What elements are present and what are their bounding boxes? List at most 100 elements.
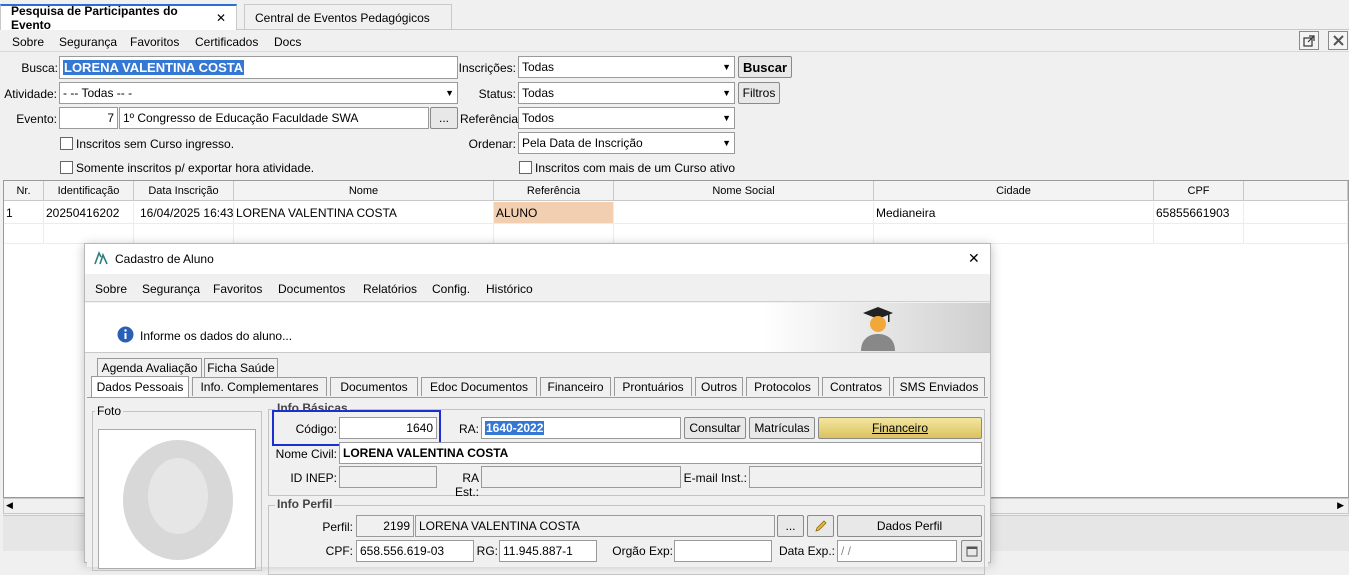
email-inst-input[interactable] bbox=[749, 466, 982, 488]
menu-historico[interactable]: Histórico bbox=[486, 282, 533, 296]
scroll-left-icon[interactable]: ◀ bbox=[6, 500, 13, 511]
ra-est-input[interactable] bbox=[481, 466, 681, 488]
ra-input[interactable]: 1640-2022 bbox=[481, 417, 681, 439]
grid-cell[interactable]: 16/04/2025 16:43 bbox=[134, 202, 234, 224]
col-header-cpf[interactable]: CPF bbox=[1154, 181, 1244, 201]
chk-sem-curso[interactable] bbox=[60, 137, 73, 150]
perfil-lookup-button[interactable]: ... bbox=[777, 515, 804, 537]
grid-empty-cell bbox=[4, 224, 44, 244]
menu-sobre[interactable]: Sobre bbox=[95, 282, 127, 296]
tab-prontuarios[interactable]: Prontuários bbox=[614, 377, 692, 396]
ordenar-select[interactable]: Pela Data de Inscrição ▼ bbox=[518, 132, 735, 154]
chevron-down-icon: ▼ bbox=[722, 138, 731, 148]
evento-id-input[interactable]: 7 bbox=[59, 107, 118, 129]
col-header-referencia[interactable]: Referência bbox=[494, 181, 614, 201]
consultar-button[interactable]: Consultar bbox=[684, 417, 746, 439]
busca-input[interactable]: LORENA VALENTINA COSTA bbox=[59, 56, 458, 79]
tab-central-eventos[interactable]: Central de Eventos Pedagógicos bbox=[244, 4, 452, 30]
info-perfil-title: Info Perfil bbox=[275, 497, 335, 511]
referencia-label: Referência bbox=[459, 112, 518, 126]
popout-icon[interactable] bbox=[1299, 31, 1319, 50]
tab-protocolos[interactable]: Protocolos bbox=[746, 377, 819, 396]
grid-cell[interactable]: LORENA VALENTINA COSTA bbox=[234, 202, 494, 224]
menu-seguranca[interactable]: Segurança bbox=[59, 35, 117, 49]
perfil-name-input[interactable]: LORENA VALENTINA COSTA bbox=[415, 515, 775, 537]
codigo-input[interactable]: 1640 bbox=[339, 417, 437, 439]
tab-ficha-saude[interactable]: Ficha Saúde bbox=[204, 358, 278, 377]
tab-agenda-avaliacao[interactable]: Agenda Avaliação bbox=[97, 358, 202, 377]
close-icon[interactable]: ✕ bbox=[216, 11, 226, 25]
tab-sms-enviados[interactable]: SMS Enviados bbox=[893, 377, 985, 396]
menu-documentos[interactable]: Documentos bbox=[278, 282, 345, 296]
busca-label: Busca: bbox=[21, 61, 58, 75]
col-header-cidade[interactable]: Cidade bbox=[874, 181, 1154, 201]
tab-dados-pessoais[interactable]: Dados Pessoais bbox=[91, 376, 189, 397]
tab-info-complementares[interactable]: Info. Complementares bbox=[192, 377, 327, 396]
close-window-icon[interactable] bbox=[1328, 31, 1348, 50]
evento-label: Evento: bbox=[16, 112, 57, 126]
matriculas-button[interactable]: Matrículas bbox=[749, 417, 815, 439]
grid-cell[interactable]: 20250416202 bbox=[44, 202, 134, 224]
tab-label: Central de Eventos Pedagógicos bbox=[255, 10, 430, 25]
atividade-select[interactable]: - -- Todas -- - ▼ bbox=[59, 82, 458, 104]
chk-exportar-hora[interactable] bbox=[60, 161, 73, 174]
col-header-identificacao[interactable]: Identificação bbox=[44, 181, 134, 201]
tab-documentos[interactable]: Documentos bbox=[330, 377, 418, 396]
id-inep-input[interactable] bbox=[339, 466, 437, 488]
rg-input[interactable]: 11.945.887-1 bbox=[499, 540, 597, 562]
chk-exportar-hora-label: Somente inscritos p/ exportar hora ativi… bbox=[76, 161, 315, 175]
data-exp-input[interactable]: / / bbox=[837, 540, 957, 562]
evento-lookup-button[interactable]: ... bbox=[430, 107, 458, 129]
menu-favoritos[interactable]: Favoritos bbox=[130, 35, 179, 49]
referencia-select[interactable]: Todos ▼ bbox=[518, 107, 735, 129]
financeiro-button[interactable]: Financeiro bbox=[818, 417, 982, 439]
dados-perfil-button[interactable]: Dados Perfil bbox=[837, 515, 982, 537]
col-header-nome-social[interactable]: Nome Social bbox=[614, 181, 874, 201]
tab-outros[interactable]: Outros bbox=[695, 377, 743, 396]
tab-financeiro[interactable]: Financeiro bbox=[540, 377, 611, 396]
student-avatar-icon bbox=[855, 303, 901, 354]
grid-cell[interactable]: 1 bbox=[4, 202, 44, 224]
data-exp-label: Data Exp.: bbox=[778, 544, 835, 558]
grid-cell[interactable]: Medianeira bbox=[874, 202, 1154, 224]
col-header-nr[interactable]: Nr. bbox=[4, 181, 44, 201]
scroll-right-icon[interactable]: ▶ bbox=[1337, 500, 1344, 511]
info-icon bbox=[117, 326, 134, 346]
edit-pencil-icon[interactable] bbox=[807, 515, 834, 537]
tab-pesquisa-participantes[interactable]: Pesquisa de Participantes do Evento ✕ bbox=[0, 4, 237, 32]
tab-edoc-documentos[interactable]: Edoc Documentos bbox=[421, 377, 537, 396]
filtros-button[interactable]: Filtros bbox=[738, 82, 780, 104]
menu-relatorios[interactable]: Relatórios bbox=[363, 282, 417, 296]
menu-favoritos[interactable]: Favoritos bbox=[213, 282, 262, 296]
chevron-down-icon: ▼ bbox=[722, 113, 731, 123]
calendar-icon[interactable] bbox=[961, 540, 982, 562]
tab-contratos[interactable]: Contratos bbox=[822, 377, 890, 396]
menu-seguranca[interactable]: Segurança bbox=[142, 282, 200, 296]
menu-docs[interactable]: Docs bbox=[274, 35, 301, 49]
grid-cell[interactable] bbox=[614, 202, 874, 224]
evento-name-input[interactable]: 1º Congresso de Educação Faculdade SWA bbox=[119, 107, 429, 129]
col-header-nome[interactable]: Nome bbox=[234, 181, 494, 201]
menu-certificados[interactable]: Certificados bbox=[195, 35, 258, 49]
cpf-input[interactable]: 658.556.619-03 bbox=[356, 540, 474, 562]
chk-mais-curso[interactable] bbox=[519, 161, 532, 174]
buscar-button[interactable]: Buscar bbox=[738, 56, 792, 78]
nome-civil-input[interactable]: LORENA VALENTINA COSTA bbox=[339, 442, 982, 464]
menu-sobre[interactable]: Sobre bbox=[12, 35, 44, 49]
status-select[interactable]: Todas ▼ bbox=[518, 82, 735, 104]
orgao-exp-input[interactable] bbox=[674, 540, 772, 562]
student-photo[interactable] bbox=[98, 429, 256, 569]
grid-empty-cell bbox=[874, 224, 1154, 244]
grid-cell[interactable]: 65855661903 bbox=[1154, 202, 1244, 224]
grid-empty-cell bbox=[234, 224, 494, 244]
menu-config[interactable]: Config. bbox=[432, 282, 470, 296]
grid-empty-cell bbox=[44, 224, 134, 244]
col-header-data-inscricao[interactable]: Data Inscrição bbox=[134, 181, 234, 201]
inscricoes-select[interactable]: Todas ▼ bbox=[518, 56, 735, 78]
cadastro-aluno-dialog: Cadastro de Aluno ✕ Sobre Segurança Favo… bbox=[84, 243, 991, 575]
close-icon[interactable]: ✕ bbox=[968, 250, 980, 267]
perfil-id-input[interactable]: 2199 bbox=[356, 515, 414, 537]
atividade-value: - -- Todas -- - bbox=[63, 86, 133, 100]
dialog-titlebar[interactable]: Cadastro de Aluno ✕ bbox=[85, 244, 990, 274]
grid-cell-referencia[interactable]: ALUNO bbox=[494, 202, 614, 224]
